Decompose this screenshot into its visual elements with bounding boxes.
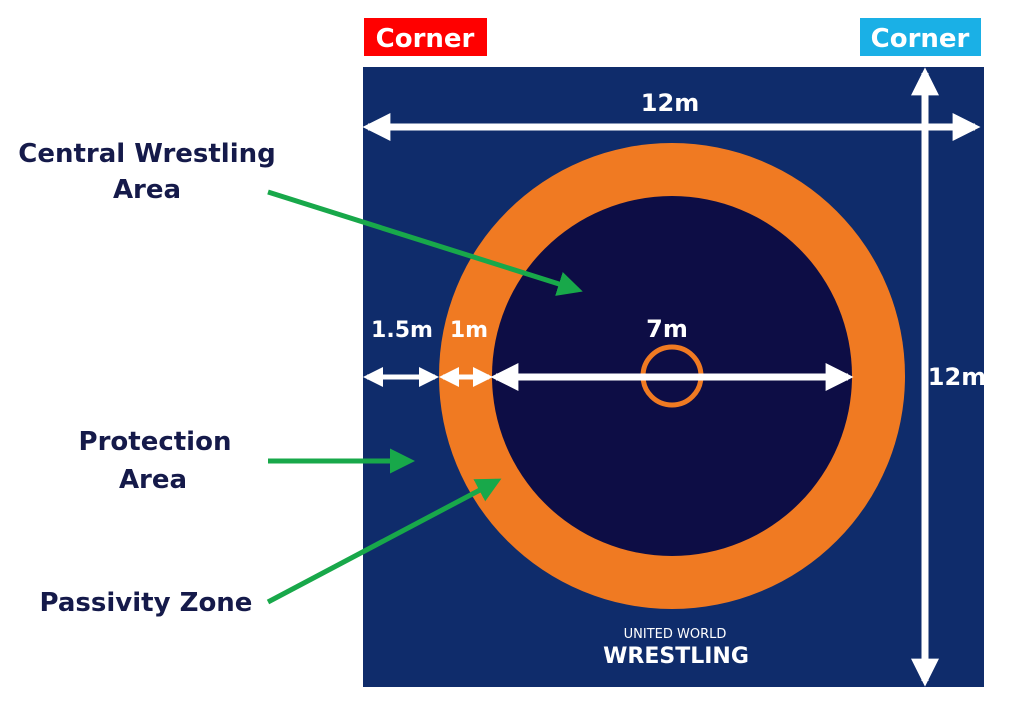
logo-wrestling: WRESTLING xyxy=(603,644,749,669)
blue-corner-label: Corner xyxy=(871,24,970,54)
wrestling-mat-diagram: Corner Corner 12m 12m 1.5m 1m 7m UNITED … xyxy=(18,18,986,687)
height-12m-label: 12m xyxy=(928,363,986,391)
passivity-1m-label: 1m xyxy=(450,318,488,343)
central-area-label-line1: Central Wrestling xyxy=(18,139,276,169)
passivity-zone-label: Passivity Zone xyxy=(40,588,253,618)
protection-area-label-line2: Area xyxy=(119,465,187,495)
central-7m-label: 7m xyxy=(646,315,688,343)
central-area-label-line2: Area xyxy=(113,175,181,205)
protection-area-label-line1: Protection xyxy=(79,427,232,457)
protection-1-5m-label: 1.5m xyxy=(371,318,433,343)
logo-united-world: UNITED WORLD xyxy=(624,627,727,642)
red-corner-label: Corner xyxy=(376,24,475,54)
width-12m-label: 12m xyxy=(641,89,699,117)
